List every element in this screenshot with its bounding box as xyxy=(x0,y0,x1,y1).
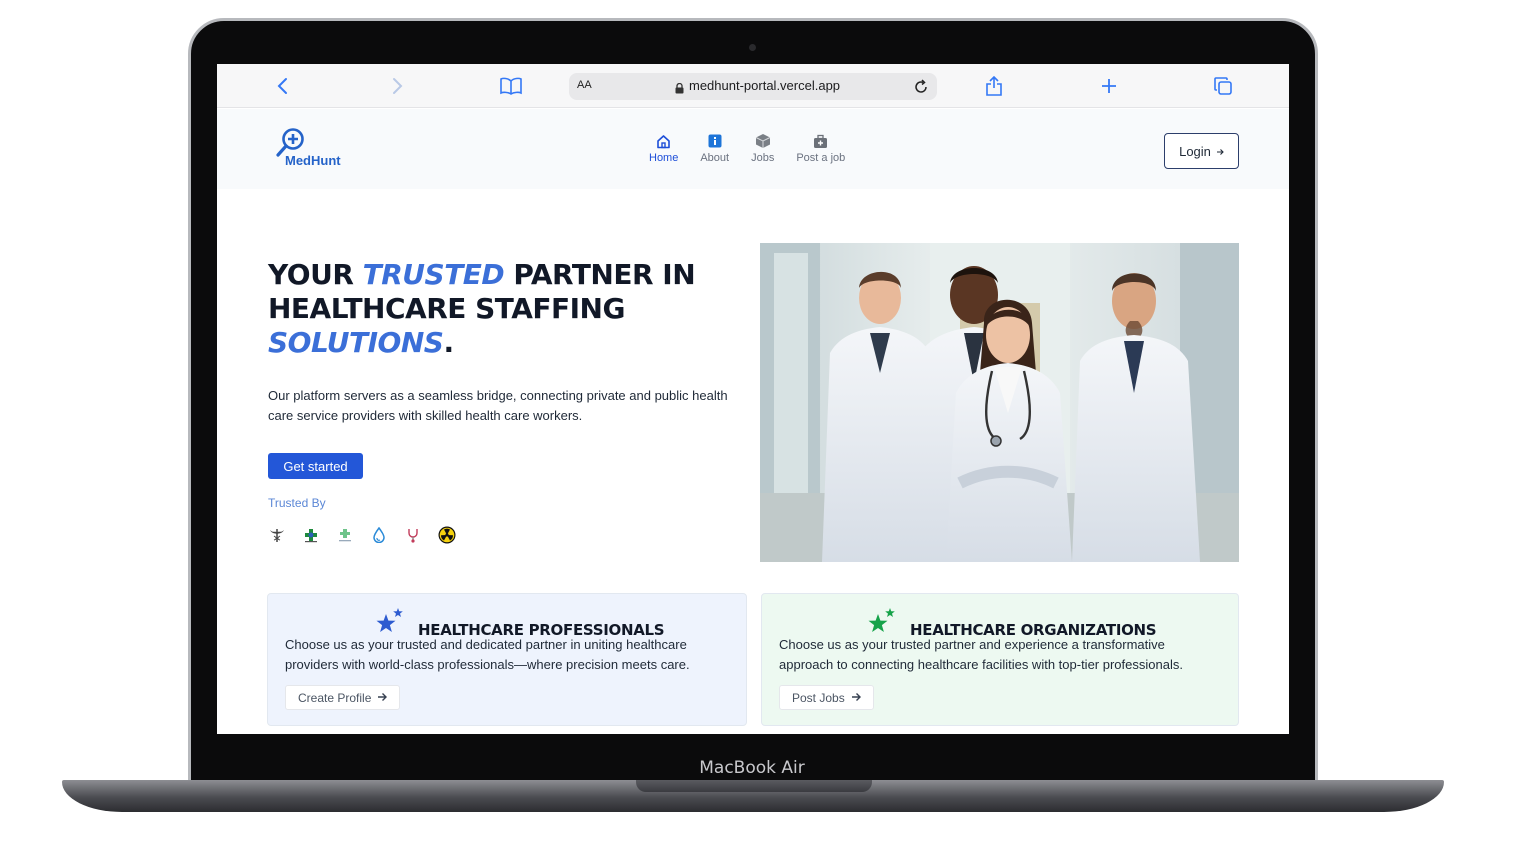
healthcare-professionals-card: HEALTHCARE PROFESSIONALS Choose us as yo… xyxy=(267,593,747,726)
login-label: Login xyxy=(1179,143,1211,159)
login-button[interactable]: Login xyxy=(1164,133,1239,169)
hero-doctors-photo xyxy=(760,243,1239,562)
trusted-by-label: Trusted By xyxy=(268,496,326,510)
hero-title: YOUR TRUSTED PARTNER IN HEALTHCARE STAFF… xyxy=(268,258,738,360)
address-bar[interactable]: AA medhunt-portal.vercel.app xyxy=(569,73,937,100)
post-jobs-button[interactable]: Post Jobs xyxy=(779,685,874,710)
share-icon[interactable] xyxy=(982,74,1006,98)
device-brand-label: MacBook Air xyxy=(699,758,805,778)
tabs-icon[interactable] xyxy=(1211,74,1235,98)
info-icon xyxy=(707,133,723,149)
hero-title-accent: SOLUTIONS xyxy=(268,326,444,359)
pharmacy-logo xyxy=(336,526,354,544)
nav-about[interactable]: About xyxy=(700,133,729,164)
arrow-right-icon xyxy=(851,691,861,705)
text-size-button[interactable]: AA xyxy=(577,79,592,91)
nav-post-job-label: Post a job xyxy=(796,152,846,164)
nav-about-label: About xyxy=(700,152,730,164)
caduceus-logo xyxy=(268,526,286,544)
nav-home[interactable]: Home xyxy=(649,133,678,164)
hero-title-end: . xyxy=(443,326,454,359)
main-nav: Home About Jobs Post a job xyxy=(649,133,845,164)
create-profile-button[interactable]: Create Profile xyxy=(285,685,401,710)
create-profile-label: Create Profile xyxy=(298,690,372,705)
lock-icon xyxy=(675,81,684,99)
hero-description: Our platform servers as a seamless bridg… xyxy=(268,388,728,423)
nav-jobs[interactable]: Jobs xyxy=(751,133,774,164)
bookmarks-icon[interactable] xyxy=(499,74,523,98)
hero-title-accent: TRUSTED xyxy=(362,258,505,291)
reload-icon[interactable] xyxy=(909,75,933,99)
home-icon xyxy=(656,133,672,149)
camera xyxy=(749,44,756,51)
new-tab-icon[interactable] xyxy=(1097,74,1121,98)
nav-jobs-label: Jobs xyxy=(751,152,775,164)
laptop-notch xyxy=(636,780,872,792)
partner-logos xyxy=(268,526,456,544)
post-jobs-label: Post Jobs xyxy=(792,690,845,705)
nav-home-label: Home xyxy=(649,152,679,164)
arrow-right-icon xyxy=(1216,144,1224,159)
card-description: Choose us as your trusted and dedicated … xyxy=(285,637,690,672)
browser-toolbar: AA medhunt-portal.vercel.app xyxy=(217,64,1289,108)
get-started-button[interactable]: Get started xyxy=(268,453,363,479)
card-description: Choose us as your trusted partner and ex… xyxy=(779,637,1183,672)
briefcase-plus-icon xyxy=(813,133,829,149)
arrow-right-icon xyxy=(377,691,388,705)
healthcare-organizations-card: HEALTHCARE ORGANIZATIONS Choose us as yo… xyxy=(761,593,1239,726)
url-text: medhunt-portal.vercel.app xyxy=(689,78,841,93)
logo-text: MedHunt xyxy=(285,153,341,168)
back-icon[interactable] xyxy=(271,74,295,98)
radiation-logo xyxy=(438,526,456,544)
nav-post-job[interactable]: Post a job xyxy=(796,133,845,164)
box-icon xyxy=(755,133,771,149)
cross-logo xyxy=(302,526,320,544)
drop-logo xyxy=(370,526,388,544)
stethoscope-logo xyxy=(404,526,422,544)
site-header: MedHunt Home About Jobs Post a job Login xyxy=(217,109,1289,189)
hero-title-part: YOUR xyxy=(268,258,363,291)
browser-screen: AA medhunt-portal.vercel.app MedHunt Hom… xyxy=(217,64,1289,734)
medhunt-logo[interactable]: MedHunt xyxy=(275,127,355,171)
forward-icon[interactable] xyxy=(385,74,409,98)
